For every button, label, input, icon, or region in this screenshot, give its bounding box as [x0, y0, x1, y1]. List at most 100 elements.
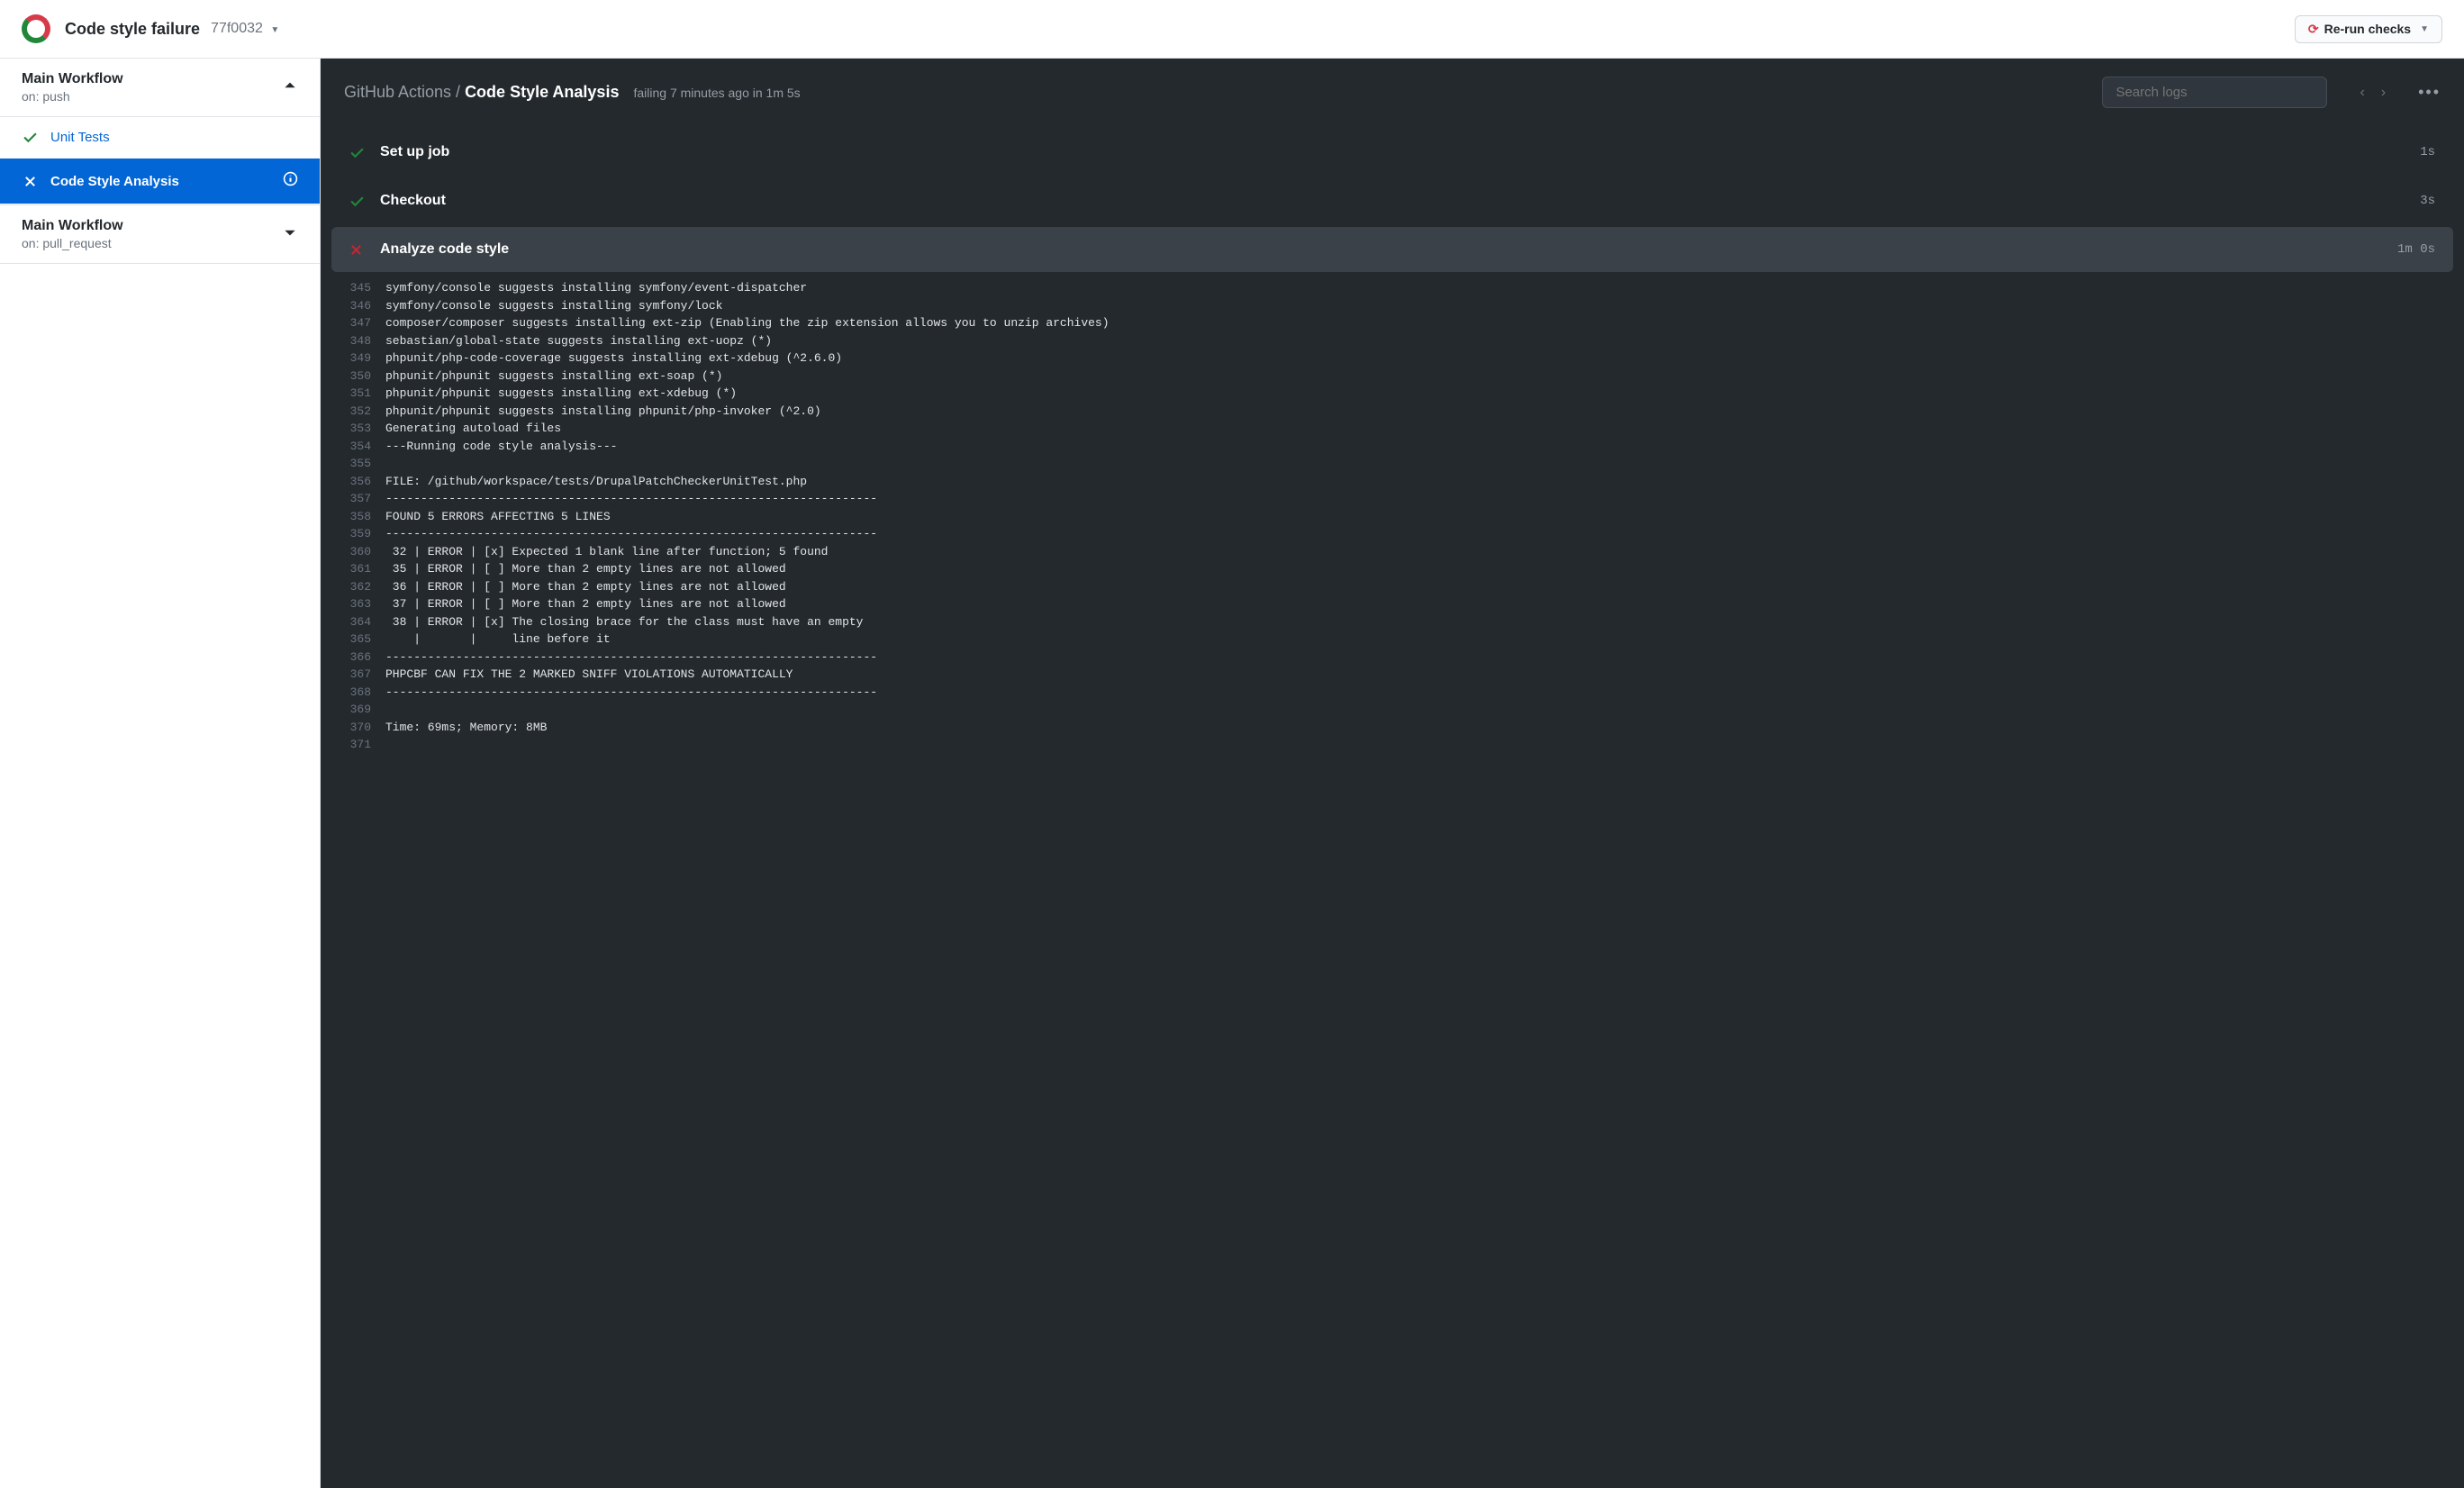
- step-row[interactable]: Analyze code style 1m 0s: [331, 227, 2453, 272]
- line-text: ----------------------------------------…: [385, 684, 877, 702]
- line-text: composer/composer suggests installing ex…: [385, 314, 1110, 332]
- prev-match-button[interactable]: ‹: [2360, 85, 2364, 101]
- status-logo: [22, 14, 50, 43]
- commit-sha-dropdown[interactable]: 77f0032 ▼: [211, 21, 279, 37]
- workflow-header[interactable]: Main Workflow on: push: [0, 59, 320, 116]
- job-name: Code Style Analysis: [50, 174, 283, 189]
- log-line: 367PHPCBF CAN FIX THE 2 MARKED SNIFF VIO…: [328, 666, 2457, 684]
- caret-down-icon: ▼: [2420, 24, 2429, 34]
- log-nav-arrows: ‹ ›: [2360, 85, 2386, 101]
- chevron-up-icon: [282, 77, 298, 98]
- log-line: 366-------------------------------------…: [328, 649, 2457, 667]
- line-number: 360: [346, 543, 385, 561]
- line-text: phpunit/php-code-coverage suggests insta…: [385, 349, 842, 367]
- line-number: 357: [346, 490, 385, 508]
- line-number: 349: [346, 349, 385, 367]
- search-logs-input[interactable]: [2102, 77, 2327, 108]
- line-text: 36 | ERROR | [ ] More than 2 empty lines…: [385, 578, 786, 596]
- line-number: 363: [346, 595, 385, 613]
- step-name: Checkout: [380, 193, 2420, 209]
- workflow-header[interactable]: Main Workflow on: pull_request: [0, 205, 320, 263]
- line-number: 350: [346, 367, 385, 386]
- line-text: 37 | ERROR | [ ] More than 2 empty lines…: [385, 595, 786, 613]
- rerun-checks-button[interactable]: ⟳ Re-run checks ▼: [2295, 15, 2442, 43]
- breadcrumb: GitHub Actions / Code Style Analysis: [344, 83, 619, 102]
- job-name: Unit Tests: [50, 130, 298, 145]
- line-number: 358: [346, 508, 385, 526]
- line-text: 32 | ERROR | [x] Expected 1 blank line a…: [385, 543, 828, 561]
- log-line: 369: [328, 701, 2457, 719]
- log-lines[interactable]: 345symfony/console suggests installing s…: [328, 276, 2457, 765]
- job-list: Unit Tests Code Style Analysis: [0, 116, 320, 204]
- line-number: 352: [346, 403, 385, 421]
- log-line: 365 | | line before it: [328, 631, 2457, 649]
- line-text: ----------------------------------------…: [385, 525, 877, 543]
- info-icon[interactable]: [283, 171, 298, 191]
- line-number: 365: [346, 631, 385, 649]
- chevron-down-icon: [282, 224, 298, 245]
- log-line: 348sebastian/global-state suggests insta…: [328, 332, 2457, 350]
- line-text: Time: 69ms; Memory: 8MB: [385, 719, 547, 737]
- log-line: 360 32 | ERROR | [x] Expected 1 blank li…: [328, 543, 2457, 561]
- line-text: | | line before it: [385, 631, 611, 649]
- sidebar: Main Workflow on: push Unit Tests: [0, 59, 321, 1488]
- line-text: ----------------------------------------…: [385, 490, 877, 508]
- main-layout: Main Workflow on: push Unit Tests: [0, 59, 2464, 1488]
- rerun-label: Re-run checks: [2324, 22, 2411, 36]
- caret-down-icon: ▼: [270, 25, 279, 35]
- step-name: Set up job: [380, 144, 2420, 160]
- log-line: 370Time: 69ms; Memory: 8MB: [328, 719, 2457, 737]
- line-text: FILE: /github/workspace/tests/DrupalPatc…: [385, 473, 807, 491]
- line-text: phpunit/phpunit suggests installing ext-…: [385, 367, 722, 386]
- log-line: 352phpunit/phpunit suggests installing p…: [328, 403, 2457, 421]
- line-number: 347: [346, 314, 385, 332]
- page-title: Code style failure: [65, 20, 200, 39]
- check-icon: [22, 130, 38, 145]
- refresh-icon: ⟳: [2308, 22, 2319, 37]
- line-number: 361: [346, 560, 385, 578]
- line-number: 364: [346, 613, 385, 631]
- line-text: 35 | ERROR | [ ] More than 2 empty lines…: [385, 560, 786, 578]
- line-text: ----------------------------------------…: [385, 649, 877, 667]
- line-number: 348: [346, 332, 385, 350]
- line-text: sebastian/global-state suggests installi…: [385, 332, 772, 350]
- step-row[interactable]: Checkout 3s: [331, 178, 2453, 223]
- breadcrumb-current: Code Style Analysis: [465, 83, 619, 101]
- line-text: symfony/console suggests installing symf…: [385, 297, 722, 315]
- line-number: 359: [346, 525, 385, 543]
- log-line: 368-------------------------------------…: [328, 684, 2457, 702]
- line-number: 353: [346, 420, 385, 438]
- line-number: 370: [346, 719, 385, 737]
- sidebar-job-unit-tests[interactable]: Unit Tests: [0, 117, 320, 159]
- step-row[interactable]: Set up job 1s: [331, 130, 2453, 175]
- line-number: 368: [346, 684, 385, 702]
- log-line: 353Generating autoload files: [328, 420, 2457, 438]
- sidebar-job-code-style[interactable]: Code Style Analysis: [0, 159, 320, 204]
- log-line: 354---Running code style analysis---: [328, 438, 2457, 456]
- step-duration: 3s: [2420, 194, 2435, 208]
- line-text: ---Running code style analysis---: [385, 438, 617, 456]
- next-match-button[interactable]: ›: [2381, 85, 2386, 101]
- log-line: 349phpunit/php-code-coverage suggests in…: [328, 349, 2457, 367]
- steps-container: Set up job 1s Checkout 3s Analyze code s…: [321, 126, 2464, 1488]
- line-text: PHPCBF CAN FIX THE 2 MARKED SNIFF VIOLAT…: [385, 666, 793, 684]
- log-header: GitHub Actions / Code Style Analysis fai…: [321, 59, 2464, 126]
- line-number: 369: [346, 701, 385, 719]
- workflow-name: Main Workflow: [22, 71, 282, 87]
- workflow-section: Main Workflow on: pull_request: [0, 205, 320, 264]
- header: Code style failure 77f0032 ▼ ⟳ Re-run ch…: [0, 0, 2464, 59]
- step-duration: 1s: [2420, 145, 2435, 159]
- log-line: 350phpunit/phpunit suggests installing e…: [328, 367, 2457, 386]
- breadcrumb-prefix: GitHub Actions /: [344, 83, 465, 101]
- workflow-trigger: on: pull_request: [22, 236, 282, 250]
- log-line: 371: [328, 736, 2457, 754]
- line-text: phpunit/phpunit suggests installing ext-…: [385, 385, 737, 403]
- log-line: 359-------------------------------------…: [328, 525, 2457, 543]
- log-line: 345symfony/console suggests installing s…: [328, 279, 2457, 297]
- commit-sha-text: 77f0032: [211, 21, 263, 36]
- line-number: 345: [346, 279, 385, 297]
- kebab-menu[interactable]: •••: [2418, 83, 2441, 102]
- line-number: 362: [346, 578, 385, 596]
- line-number: 351: [346, 385, 385, 403]
- check-icon: [349, 145, 367, 160]
